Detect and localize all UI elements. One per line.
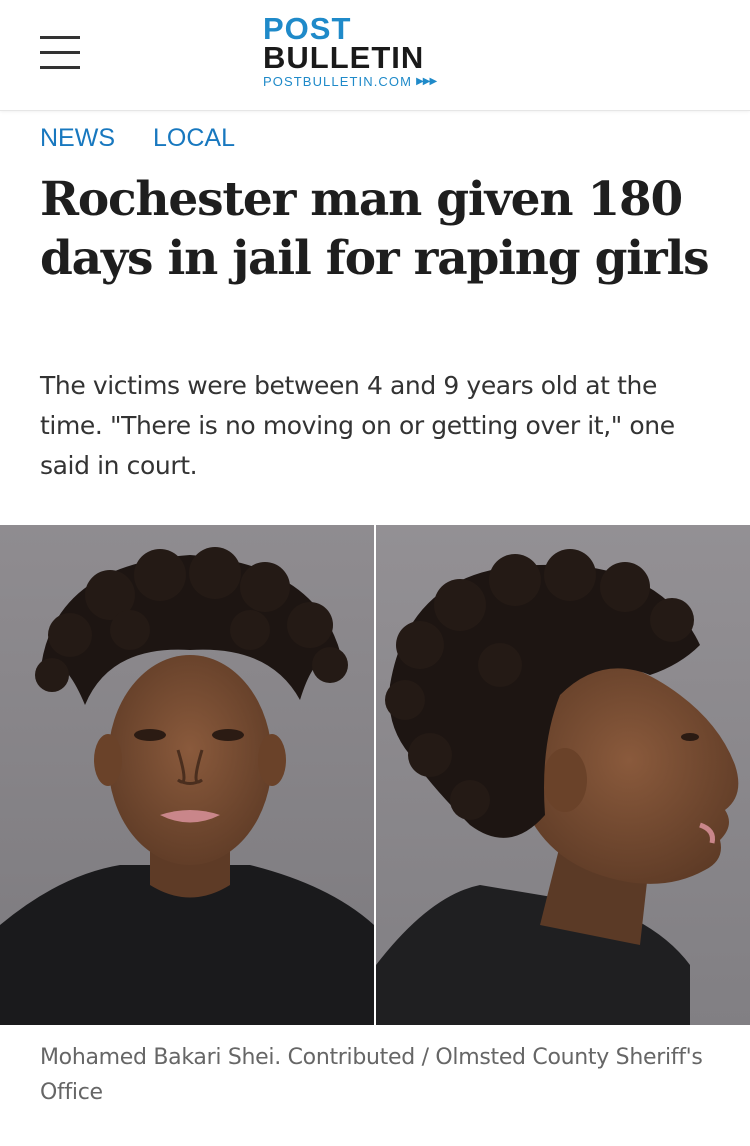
menu-bar — [40, 66, 80, 69]
section-link-news[interactable]: NEWS — [40, 124, 115, 153]
site-header: POST BULLETIN POSTBULLETIN.COM ▶▶▶ — [0, 0, 750, 111]
logo-post-text: POST — [263, 11, 352, 46]
logo-url: POSTBULLETIN.COM ▶▶▶ — [263, 74, 503, 89]
hamburger-menu-icon[interactable] — [40, 36, 80, 70]
site-logo[interactable]: POST BULLETIN POSTBULLETIN.COM ▶▶▶ — [263, 11, 503, 89]
article-dek: The victims were between 4 and 9 years o… — [40, 371, 675, 480]
menu-bar — [40, 36, 80, 39]
section-link-local[interactable]: LOCAL — [153, 124, 235, 153]
triple-arrow-icon: ▶▶▶ — [416, 76, 437, 87]
menu-bar — [40, 51, 80, 54]
article-headline: Rochester man given 180 days in jail for… — [40, 172, 710, 286]
section-breadcrumb: NEWS LOCAL — [40, 124, 235, 153]
logo-bulletin-text: BULLETIN — [263, 40, 425, 75]
photo-caption: Mohamed Bakari Shei. Contributed / Olmst… — [40, 1045, 703, 1105]
mugshot-image — [0, 525, 750, 1025]
article-photo[interactable] — [0, 525, 750, 1025]
logo-url-text: POSTBULLETIN.COM — [263, 74, 413, 89]
